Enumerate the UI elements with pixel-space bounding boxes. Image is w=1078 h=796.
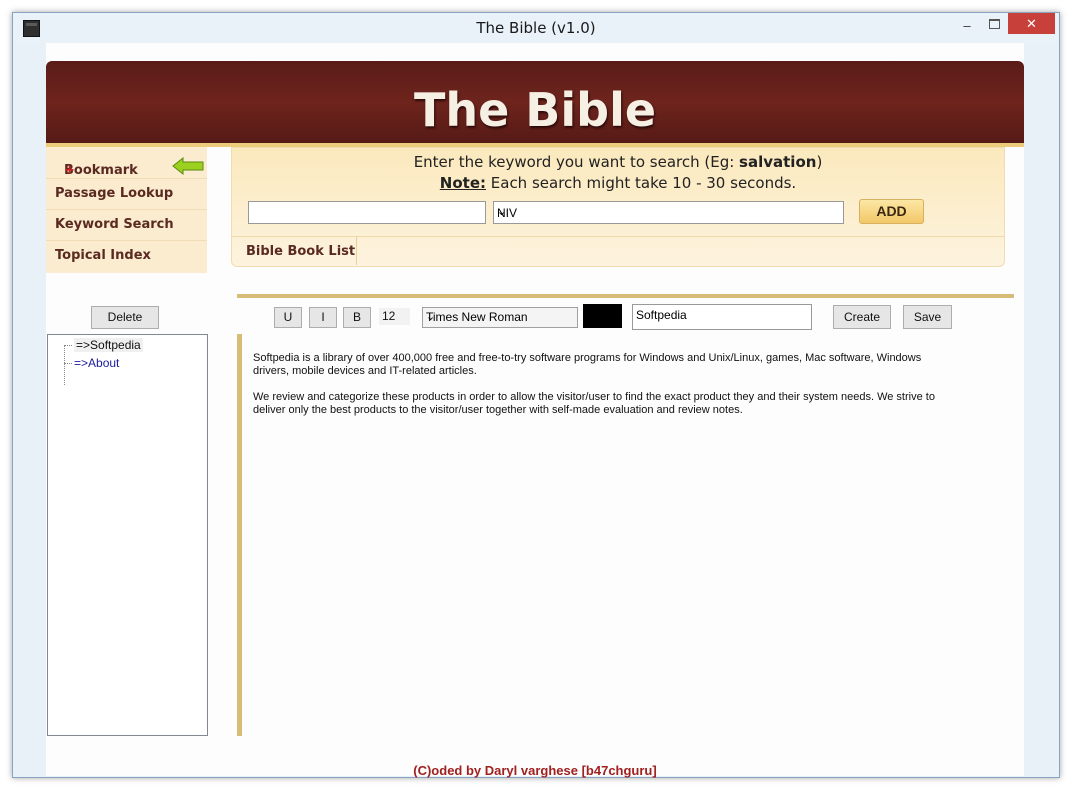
note-label: Note: <box>439 174 486 192</box>
chevron-down-icon: ⌄ <box>497 206 507 218</box>
underline-button[interactable]: U <box>274 307 302 328</box>
search-prompt-prefix: Enter the keyword you want to search (Eg… <box>413 153 740 171</box>
search-prompt-example: salvation <box>739 153 817 171</box>
bookmark-title-value: Softpedia <box>636 308 687 322</box>
client-area: The Bible Bookmark + Passage Lookup Keyw… <box>46 43 1024 778</box>
keyword-input[interactable] <box>248 201 486 224</box>
search-panel: Enter the keyword you want to search (Eg… <box>231 147 1005 267</box>
maximize-button[interactable] <box>986 16 1002 34</box>
nav-item-label: Topical Index <box>55 248 151 263</box>
header-title: The Bible <box>413 83 657 137</box>
version-select[interactable]: NIV ⌄ <box>493 201 844 224</box>
create-button[interactable]: Create <box>833 305 891 329</box>
tree-item-about[interactable]: =>About <box>64 356 119 370</box>
nav-item-bookmark[interactable]: Bookmark + <box>46 147 207 179</box>
tab-bible-book-list[interactable]: Bible Book List <box>232 237 357 265</box>
tree-item-softpedia[interactable]: =>Softpedia <box>64 338 143 352</box>
content-divider <box>237 294 1014 298</box>
maximize-icon <box>989 19 1000 29</box>
font-select[interactable]: Times New Roman ⌄ <box>422 307 578 328</box>
app-header: The Bible <box>46 61 1024 143</box>
nav-item-keyword-search[interactable]: Keyword Search <box>46 209 207 241</box>
nav-item-topical-index[interactable]: Topical Index <box>46 240 207 271</box>
close-button[interactable]: ✕ <box>1008 13 1055 34</box>
note-text: Each search might take 10 - 30 seconds. <box>486 174 797 192</box>
editor-accent-bar <box>237 334 242 736</box>
text-color-swatch[interactable] <box>583 304 622 328</box>
window-title: The Bible (v1.0) <box>476 19 596 37</box>
nav-item-label: Keyword Search <box>55 217 174 232</box>
editor-paragraph: Softpedia is a library of over 400,000 f… <box>253 352 922 377</box>
app-window: The Bible (v1.0) – ✕ The Bible Bookmark … <box>12 12 1060 778</box>
bold-button[interactable]: B <box>343 307 371 328</box>
minimize-button[interactable]: – <box>959 18 975 36</box>
italic-button[interactable]: I <box>309 307 337 328</box>
search-prompt: Enter the keyword you want to search (Eg… <box>232 153 1004 171</box>
tree-item-label: =>Softpedia <box>74 338 143 352</box>
search-note: Note: Each search might take 10 - 30 sec… <box>232 174 1004 192</box>
left-nav: Bookmark + Passage Lookup Keyword Search… <box>46 147 207 273</box>
footer-credit: (C)oded by Daryl varghese [b47chguru] <box>413 763 657 778</box>
arrow-left-icon <box>172 157 204 175</box>
editor-paragraph: We review and categorize these products … <box>253 391 935 416</box>
add-button[interactable]: ADD <box>859 199 924 224</box>
font-size-field[interactable]: 12 <box>379 308 410 325</box>
editor-text-area[interactable]: Softpedia is a library of over 400,000 f… <box>253 352 953 430</box>
bookmark-title-input[interactable]: Softpedia <box>632 304 812 330</box>
nav-item-passage-lookup[interactable]: Passage Lookup <box>46 178 207 210</box>
search-prompt-suffix: ) <box>816 153 823 171</box>
bookmark-tree[interactable]: =>Softpedia =>About <box>47 334 208 736</box>
delete-button[interactable]: Delete <box>91 306 159 329</box>
nav-item-label: Passage Lookup <box>55 186 174 201</box>
save-button[interactable]: Save <box>903 305 952 329</box>
chevron-down-icon: ⌄ <box>426 311 436 323</box>
plus-icon: + <box>64 163 75 178</box>
tab-label: Bible Book List <box>246 244 356 259</box>
tree-item-label: =>About <box>74 356 120 370</box>
editor-toolbar: U I B 12 Times New Roman ⌄ Softpedia Cre… <box>244 304 1004 330</box>
title-bar[interactable]: The Bible (v1.0) – ✕ <box>13 13 1059 43</box>
nav-item-label: Bookmark <box>64 163 138 178</box>
